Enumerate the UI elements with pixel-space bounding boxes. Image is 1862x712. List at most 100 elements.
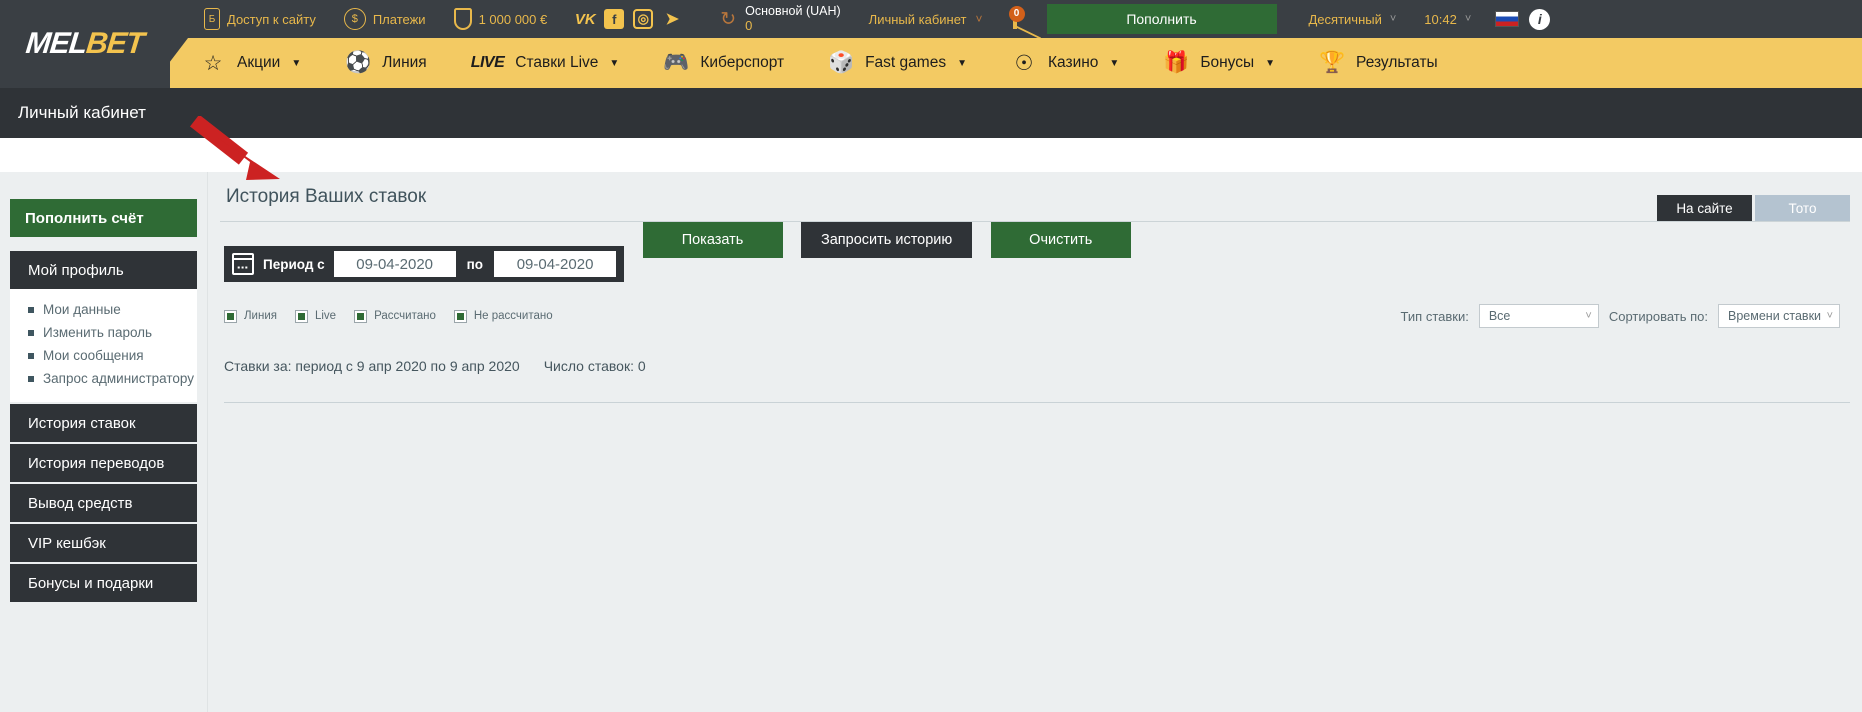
sidebar-subitem-label: Запрос администратору	[43, 371, 194, 386]
personal-cabinet-menu[interactable]: Личный кабинет ˅	[851, 12, 1001, 27]
top-bar-items: Б Доступ к сайту $ Платежи 1 000 000 € V…	[190, 4, 1862, 34]
clock-time: 10:42	[1424, 11, 1457, 27]
chevron-down-icon: ˅	[1389, 13, 1397, 25]
odds-format-selector[interactable]: Десятичный ˅	[1295, 12, 1411, 27]
sidebar-item-transfer-history[interactable]: История переводов	[10, 444, 197, 482]
nav-item-promotions[interactable]: ☆ Акции ▼	[178, 50, 323, 76]
personal-cabinet-label: Личный кабинет	[868, 11, 967, 27]
podium-icon: 🏆	[1318, 51, 1346, 74]
tab-toto[interactable]: Тото	[1755, 195, 1850, 221]
summary-divider	[224, 402, 1850, 403]
nav-item-live[interactable]: LIVE Ставки Live ▼	[449, 54, 642, 72]
clear-button[interactable]: Очистить	[990, 222, 1131, 258]
checkbox-live[interactable]: Live	[294, 309, 336, 323]
sidebar-deposit-button[interactable]: Пополнить счёт	[10, 199, 197, 237]
messages-button[interactable]: 0	[1001, 5, 1029, 29]
jackpot-link[interactable]: 1 000 000 €	[440, 8, 562, 30]
jackpot-amount: 1 000 000 €	[478, 11, 548, 27]
payments-link[interactable]: $ Платежи	[330, 8, 440, 30]
sidebar-subitem-change-password[interactable]: Изменить пароль	[10, 321, 197, 344]
checkbox-line[interactable]: Линия	[224, 309, 277, 323]
sidebar-item-withdraw[interactable]: Вывод средств	[10, 484, 197, 522]
chevron-down-icon: ▼	[957, 57, 967, 69]
nav-item-fast-games[interactable]: 🎲 Fast games ▼	[806, 50, 989, 76]
request-history-button[interactable]: Запросить историю	[800, 222, 973, 258]
chevron-down-icon: ▼	[1109, 57, 1120, 69]
chevron-down-icon: ˅	[1585, 310, 1592, 322]
nav-item-esports[interactable]: 🎮 Киберспорт	[641, 50, 806, 76]
breadcrumb: Личный кабинет	[0, 88, 1862, 138]
sidebar-subitem-label: Изменить пароль	[43, 325, 153, 340]
refresh-icon[interactable]: ↻	[720, 8, 736, 31]
chevron-down-icon: ˅	[975, 12, 983, 26]
sidebar-item-bet-history[interactable]: История ставок	[10, 404, 197, 442]
bullet-icon	[28, 375, 34, 382]
sidebar-item-vip-cashback[interactable]: VIP кешбэк	[10, 524, 197, 562]
main-header: История Ваших ставок На сайте Тото	[220, 172, 1850, 222]
nav-label-line: Линия	[382, 54, 427, 71]
bullet-icon	[28, 306, 34, 313]
shield-icon	[453, 8, 472, 30]
gift-icon: 🎁	[1163, 51, 1190, 74]
site-access-link[interactable]: Б Доступ к сайту	[190, 8, 330, 30]
sidebar-subitem-my-data[interactable]: Мои данные	[10, 298, 197, 321]
checkbox-icon	[224, 309, 237, 323]
nav-item-casino[interactable]: ☉ Казино ▼	[989, 50, 1141, 76]
logo[interactable]: MELBET	[0, 0, 170, 88]
bet-type-select-label: Тип ставки:	[1400, 308, 1469, 324]
vk-icon[interactable]: VK	[575, 9, 596, 29]
sidebar-profile-sublist: Мои данные Изменить пароль Мои сообщения…	[10, 289, 197, 402]
period-from-label: Период с	[263, 256, 325, 272]
checkbox-label: Рассчитано	[374, 310, 436, 322]
logo-text-bet: BET	[84, 27, 146, 60]
nav-label-results: Результаты	[1356, 54, 1438, 71]
telegram-icon[interactable]: ➤	[662, 9, 682, 29]
sort-select[interactable]: Времени ставки ˅	[1718, 304, 1840, 328]
date-from-input[interactable]	[333, 251, 456, 277]
sidebar-subitem-admin-request[interactable]: Запрос администратору	[10, 367, 197, 390]
date-to-input[interactable]	[494, 251, 617, 277]
main-content: История Ваших ставок На сайте Тото ▪▪▪ П…	[208, 172, 1862, 712]
ru-flag-icon[interactable]	[1495, 11, 1520, 27]
summary-count: Число ставок: 0	[543, 358, 646, 374]
info-icon[interactable]: i	[1529, 8, 1551, 30]
main-nav-bar: ☆ Акции ▼ ⚽ Линия LIVE Ставки Live ▼ 🎮 К…	[0, 38, 1862, 88]
nav-label-casino: Казино	[1047, 54, 1099, 71]
chevron-down-icon: ▼	[1265, 57, 1276, 69]
deposit-button[interactable]: Пополнить	[1046, 4, 1277, 34]
dollar-coin-icon: $	[343, 8, 366, 30]
sidebar-subitem-my-messages[interactable]: Мои сообщения	[10, 344, 197, 367]
page-body: Пополнить счёт Мой профиль Мои данные Из…	[0, 138, 1862, 712]
bet-type-select[interactable]: Все ˅	[1478, 304, 1599, 328]
instagram-icon[interactable]: ◎	[633, 9, 654, 29]
history-tabs: На сайте Тото	[1657, 195, 1850, 221]
casino-chip-icon: ☉	[1014, 51, 1034, 75]
facebook-icon[interactable]: f	[604, 9, 625, 29]
football-icon: ⚽	[345, 51, 372, 74]
star-icon: ☆	[203, 51, 223, 75]
nav-label-esports: Киберспорт	[700, 54, 785, 71]
nav-item-results[interactable]: 🏆 Результаты	[1297, 50, 1460, 76]
sidebar-item-bonuses-gifts[interactable]: Бонусы и подарки	[10, 564, 197, 602]
tab-on-site[interactable]: На сайте	[1657, 195, 1752, 221]
account-amount: 0	[745, 17, 753, 33]
chevron-down-icon: ▼	[291, 57, 302, 69]
bet-type-select-value: Все	[1488, 309, 1511, 323]
sidebar-subitem-label: Мои сообщения	[43, 348, 144, 363]
sidebar-subitem-label: Мои данные	[43, 302, 121, 317]
checkbox-unsettled[interactable]: Не рассчитано	[453, 309, 553, 323]
nav-item-line[interactable]: ⚽ Линия	[323, 50, 448, 76]
site-access-label: Доступ к сайту	[227, 11, 316, 27]
phone-icon: Б	[204, 8, 220, 30]
clock[interactable]: 10:42 ˅	[1410, 12, 1485, 27]
dropdown-filters: Тип ставки: Все ˅ Сортировать по: Времен…	[1401, 304, 1840, 328]
sidebar-item-profile[interactable]: Мой профиль	[10, 251, 197, 289]
calendar-icon[interactable]: ▪▪▪	[232, 253, 254, 275]
checkbox-settled[interactable]: Рассчитано	[354, 309, 436, 323]
nav-item-bonuses[interactable]: 🎁 Бонусы ▼	[1141, 50, 1297, 76]
checkbox-icon	[294, 309, 308, 323]
show-button[interactable]: Показать	[642, 222, 783, 258]
chevron-down-icon: ˅	[1826, 310, 1833, 322]
period-to-label: по	[466, 256, 484, 272]
account-balance[interactable]: ↻ Основной (UAH) 0	[696, 4, 850, 33]
